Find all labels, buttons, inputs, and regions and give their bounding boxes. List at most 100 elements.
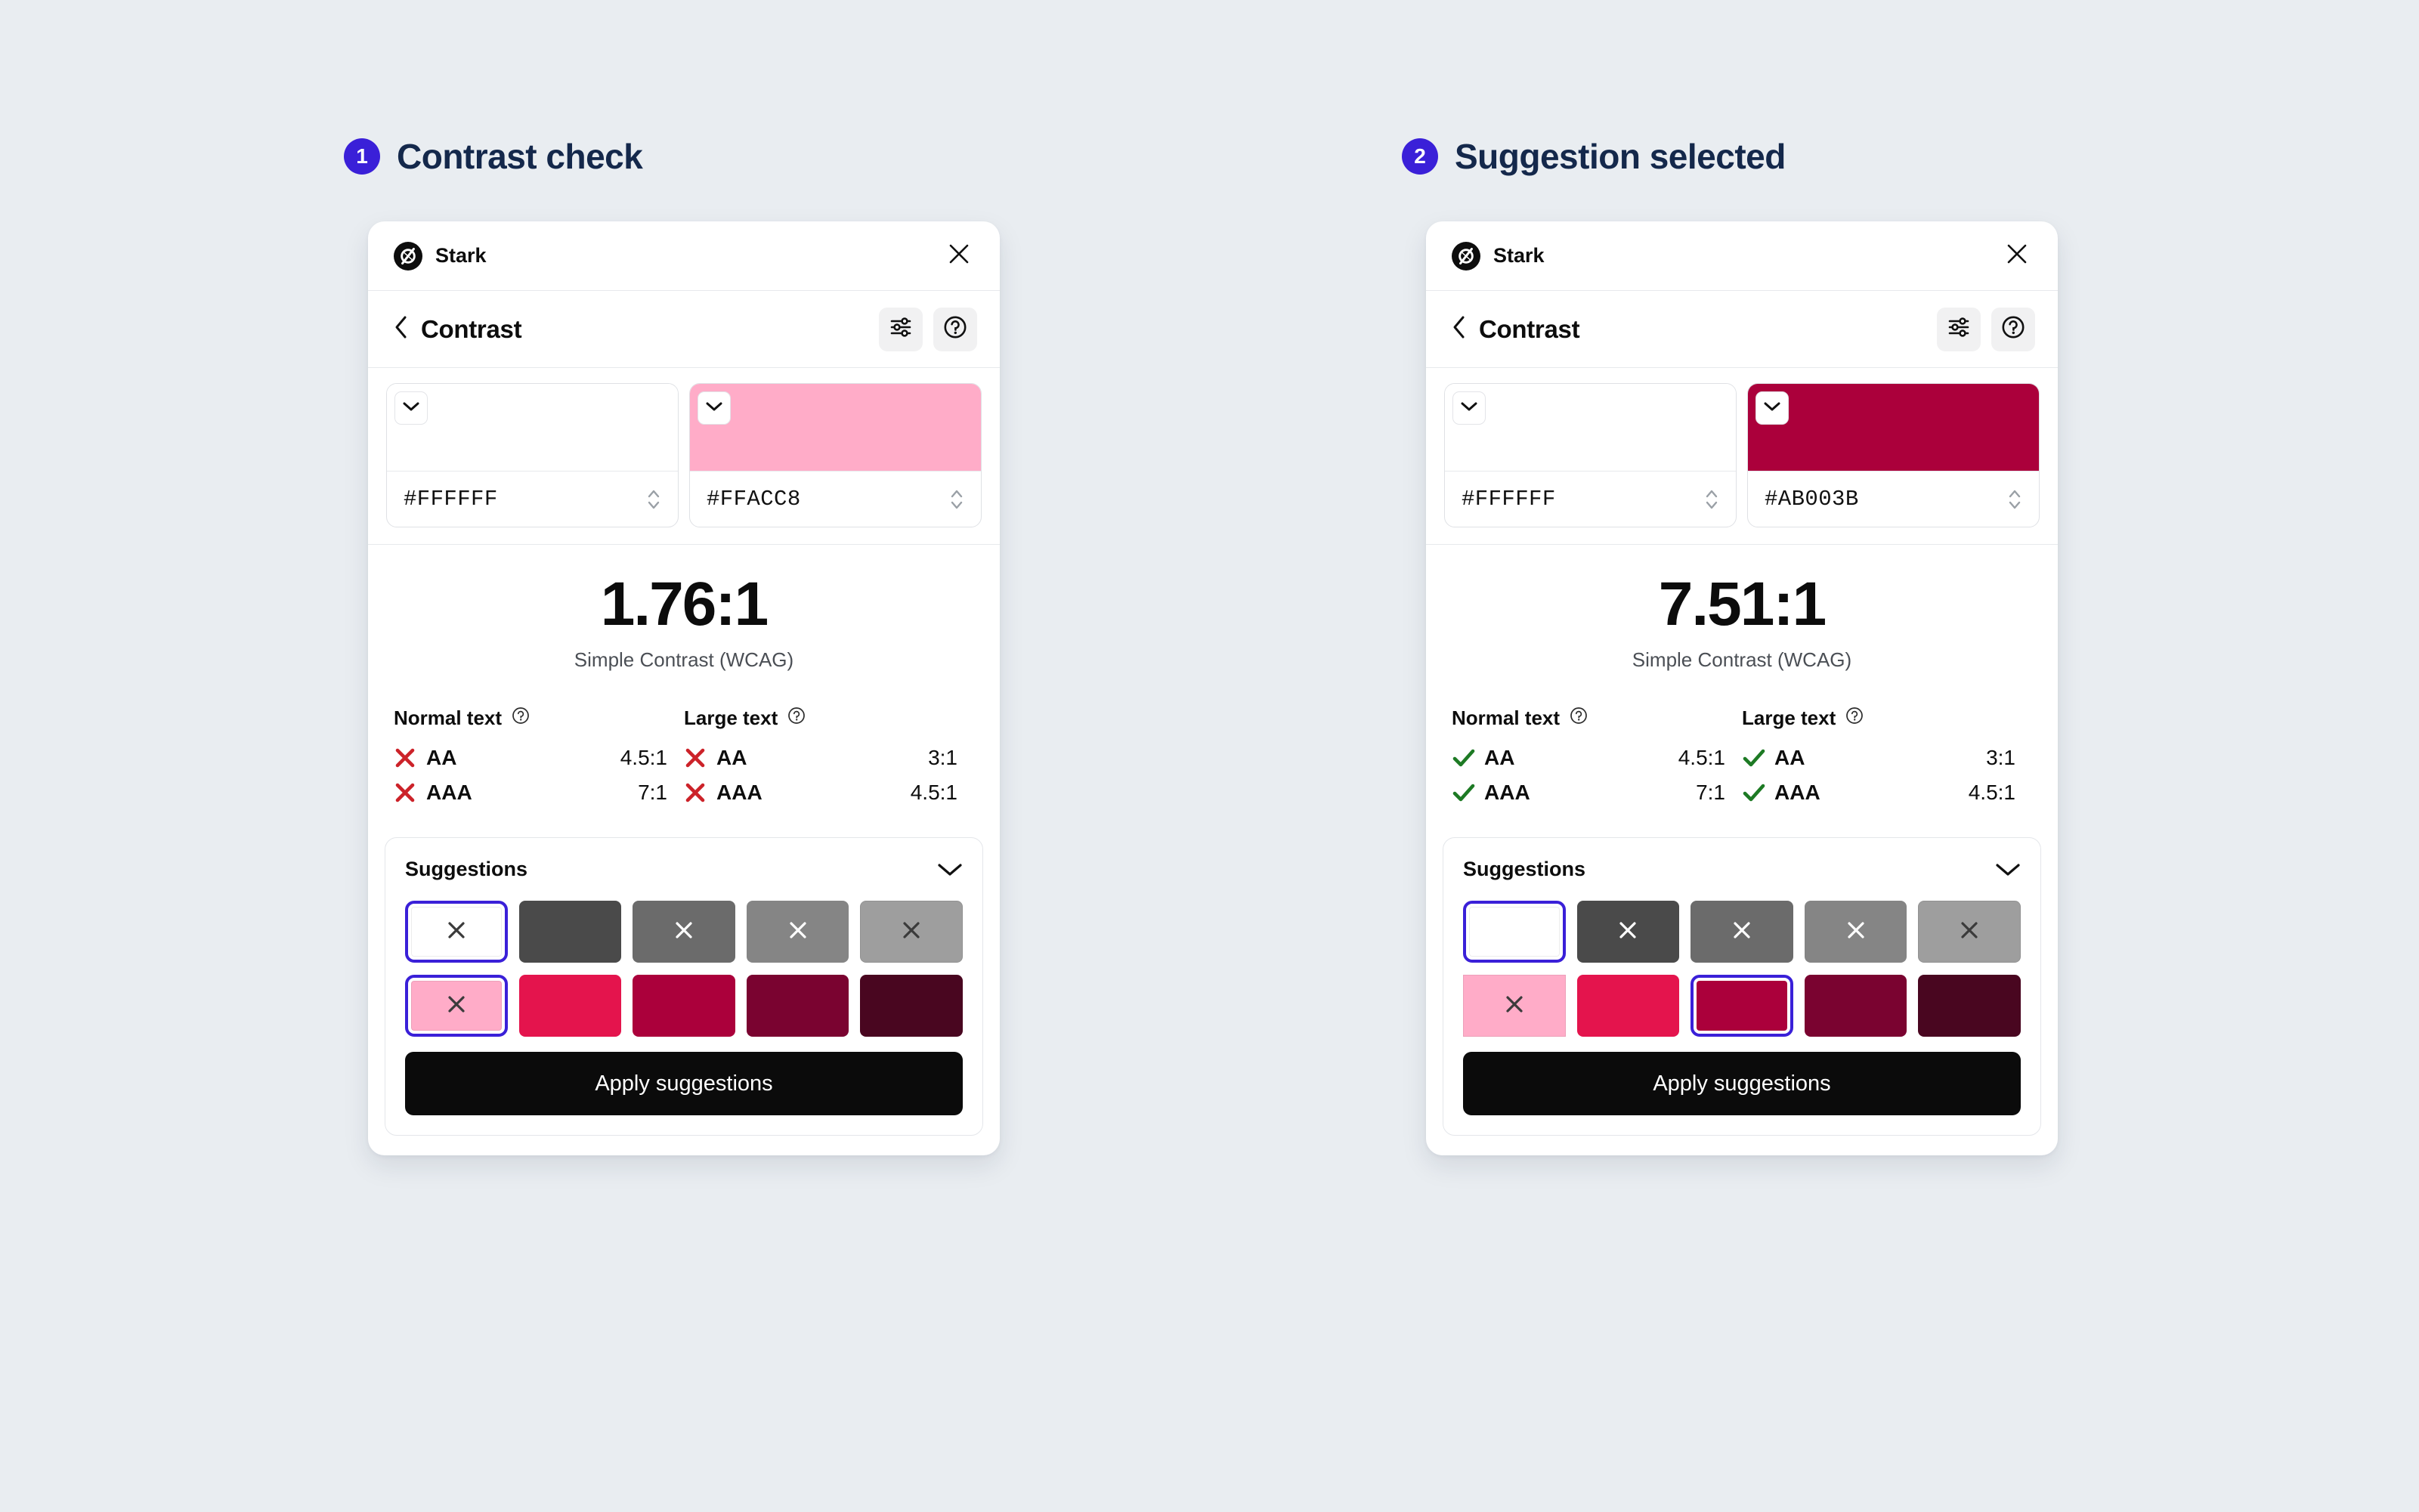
wcag-level-row: AA 3:1 [684, 741, 974, 775]
suggestions-collapse-button[interactable] [937, 862, 963, 877]
wcag-level-name: AAA [1484, 781, 1530, 804]
hex-value[interactable]: #FFFFFF [1462, 487, 1556, 512]
wcag-level-row: AA 4.5:1 [394, 741, 684, 775]
contrast-result: 7.51:1 Simple Contrast (WCAG) Normal text A… [1426, 545, 2058, 827]
info-icon[interactable] [1845, 707, 1864, 730]
suggestion-swatch-color [411, 907, 502, 957]
wcag-column-label: Large text [684, 707, 778, 729]
hex-input-row[interactable]: #FFFFFF [387, 472, 678, 527]
pass-check-icon [1452, 781, 1477, 804]
swatch-fail-x-icon [445, 993, 468, 1019]
help-button[interactable] [1991, 307, 2035, 351]
wcag-level-name: AAA [426, 781, 472, 804]
suggestion-row [1463, 975, 2021, 1037]
step-title: Contrast check [397, 137, 643, 176]
wcag-column-label: Normal text [1452, 707, 1561, 729]
suggestion-swatch[interactable] [746, 901, 849, 963]
suggestion-swatch[interactable] [746, 975, 849, 1037]
suggestion-swatch[interactable] [1918, 901, 2021, 963]
back-button[interactable]: Contrast [394, 315, 522, 344]
color-dropdown-button[interactable] [698, 391, 731, 425]
fail-x-icon [684, 747, 710, 769]
stark-plugin-panel-2: Stark Contrast #FFFFFF #AB003B 7.51:1 Simple … [1426, 221, 2058, 1155]
color-swatch-preview[interactable] [387, 384, 678, 472]
hex-stepper[interactable] [2007, 487, 2022, 512]
info-icon[interactable] [787, 707, 806, 730]
fail-x-icon [394, 747, 419, 769]
hex-stepper[interactable] [1704, 487, 1719, 512]
chevron-down-icon [706, 401, 722, 416]
suggestion-swatch[interactable] [1691, 901, 1793, 963]
color-inputs: #FFFFFF #FFACC8 [368, 368, 1000, 545]
contrast-result: 1.76:1 Simple Contrast (WCAG) Normal text A… [368, 545, 1000, 827]
suggestion-swatch[interactable] [1691, 975, 1793, 1037]
suggestion-swatch[interactable] [1463, 901, 1566, 963]
suggestion-swatch[interactable] [633, 975, 735, 1037]
pass-check-icon [1742, 781, 1768, 804]
wcag-level-threshold: 4.5:1 [1968, 781, 2015, 804]
question-circle-icon [943, 315, 967, 343]
suggestion-swatch[interactable] [405, 901, 508, 963]
wcag-level-threshold: 4.5:1 [1678, 746, 1725, 769]
panel-titlebar: Stark [368, 221, 1000, 291]
brand: Stark [1452, 241, 1545, 271]
suggestion-swatch[interactable] [1463, 975, 1566, 1037]
suggestion-swatch[interactable] [860, 901, 963, 963]
suggestion-swatch[interactable] [1804, 975, 1907, 1037]
chevron-left-icon [394, 315, 409, 343]
info-icon[interactable] [512, 707, 530, 730]
color-swatch-preview[interactable] [1748, 384, 2039, 472]
hex-value[interactable]: #AB003B [1765, 487, 1859, 512]
apply-suggestions-button[interactable]: Apply suggestions [1463, 1052, 2021, 1115]
suggestion-row [405, 975, 963, 1037]
suggestions-section: Suggestions Apply suggestions [1443, 837, 2041, 1136]
settings-button[interactable] [1937, 307, 1981, 351]
suggestions-collapse-button[interactable] [1995, 862, 2021, 877]
hex-stepper[interactable] [949, 487, 964, 512]
suggestion-swatch[interactable] [1918, 975, 2021, 1037]
wcag-column-normal-text: Normal text AA 4.5:1 AAA 7:1 [394, 707, 684, 810]
nav-title: Contrast [1479, 314, 1580, 343]
swatch-fail-x-icon [900, 919, 923, 945]
chevron-left-icon [1452, 315, 1467, 343]
suggestion-swatch[interactable] [1576, 975, 1680, 1037]
hex-value[interactable]: #FFACC8 [707, 487, 801, 512]
info-icon[interactable] [1570, 707, 1588, 730]
suggestion-swatch[interactable] [518, 901, 622, 963]
contrast-ratio-caption: Simple Contrast (WCAG) [574, 648, 794, 671]
fail-x-icon [684, 781, 710, 804]
suggestion-swatch[interactable] [860, 975, 963, 1037]
help-button[interactable] [933, 307, 977, 351]
color-dropdown-button[interactable] [394, 391, 428, 425]
suggestion-swatch[interactable] [1804, 901, 1907, 963]
hex-input-row[interactable]: #AB003B [1748, 472, 2039, 527]
suggestion-swatch[interactable] [1576, 901, 1680, 963]
color-dropdown-button[interactable] [1755, 391, 1789, 425]
suggestion-swatch[interactable] [405, 975, 508, 1037]
step-number-badge: 2 [1402, 138, 1438, 175]
chevron-down-icon [1461, 401, 1477, 416]
hex-input-row[interactable]: #FFFFFF [1445, 472, 1736, 527]
wcag-level-threshold: 7:1 [638, 781, 667, 804]
color-swatch-preview[interactable] [1445, 384, 1736, 472]
suggestion-swatch[interactable] [518, 975, 622, 1037]
brand-name: Stark [435, 244, 487, 267]
close-button[interactable] [2002, 241, 2032, 271]
close-button[interactable] [944, 241, 974, 271]
suggestion-swatch-color [1576, 901, 1680, 963]
color-swatch-preview[interactable] [690, 384, 981, 472]
apply-suggestions-button[interactable]: Apply suggestions [405, 1052, 963, 1115]
settings-button[interactable] [879, 307, 923, 351]
color-dropdown-button[interactable] [1452, 391, 1486, 425]
suggestion-swatch[interactable] [633, 901, 735, 963]
back-button[interactable]: Contrast [1452, 314, 1580, 344]
suggestion-swatch-color [518, 975, 622, 1037]
hex-stepper[interactable] [646, 487, 661, 512]
suggestion-swatch-color [1804, 975, 1907, 1037]
color-card-background: #AB003B [1747, 383, 2040, 527]
suggestion-swatch-color [1469, 907, 1560, 957]
suggestion-swatch-color [1804, 901, 1907, 963]
hex-value[interactable]: #FFFFFF [404, 487, 498, 512]
hex-input-row[interactable]: #FFACC8 [690, 472, 981, 527]
contrast-ratio: 1.76:1 [600, 570, 769, 639]
